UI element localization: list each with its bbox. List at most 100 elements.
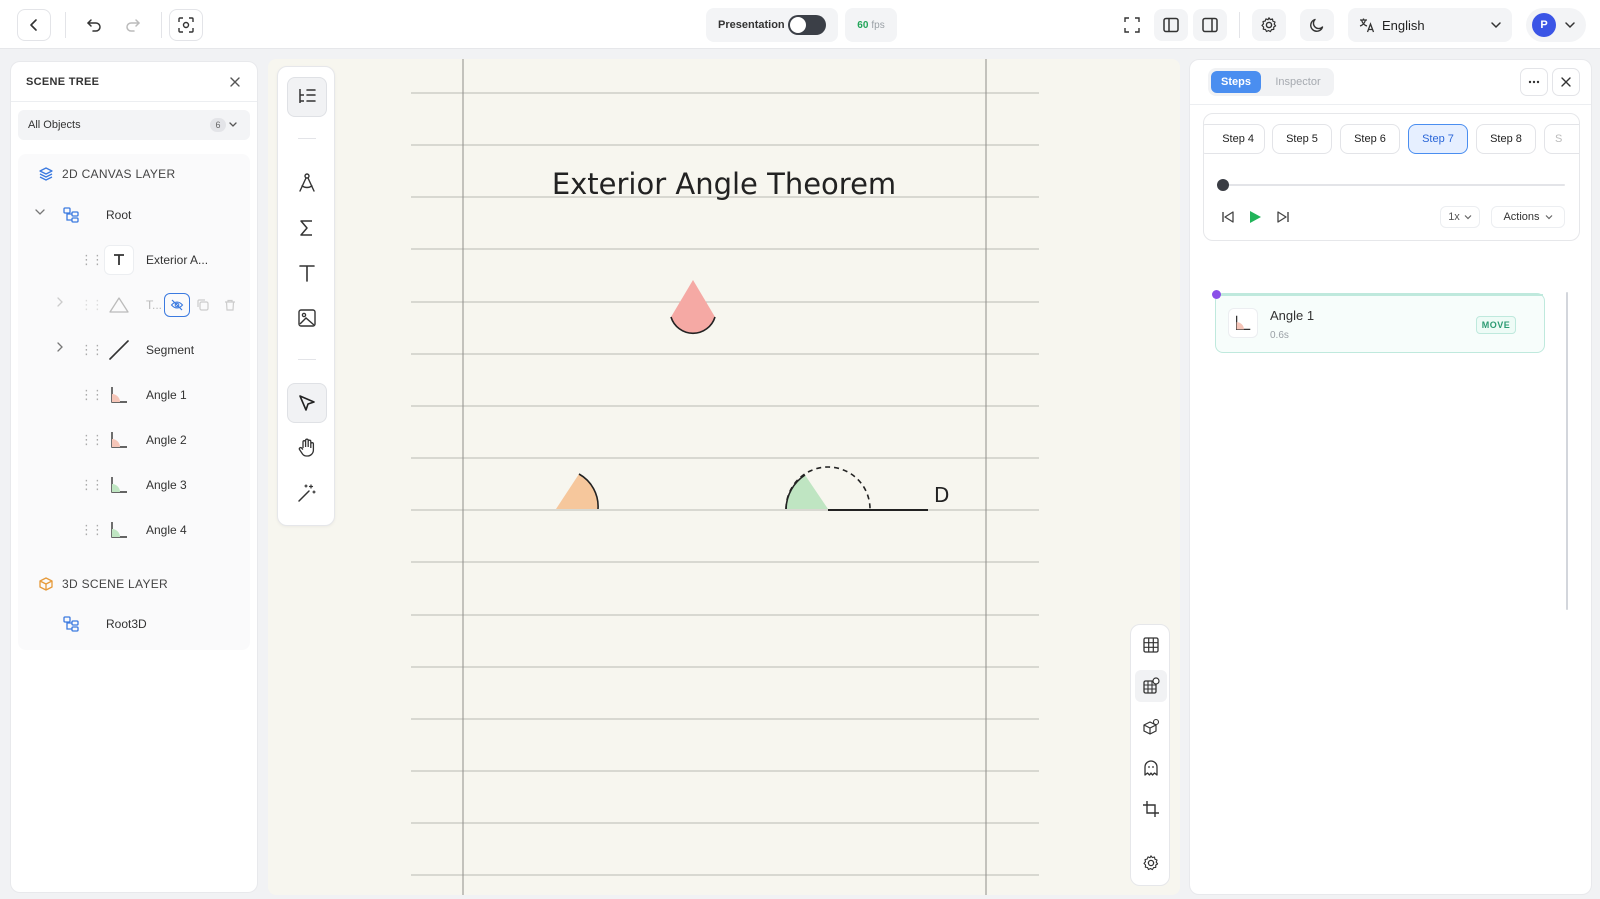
back-button[interactable] [17, 9, 51, 41]
close-icon[interactable] [229, 76, 241, 88]
scrollbar[interactable] [1566, 292, 1568, 610]
tree-row-segment[interactable]: ⋮⋮ Segment [18, 330, 250, 370]
step-chip[interactable]: Step 6 [1340, 124, 1400, 154]
tool-formula-button[interactable] [287, 208, 327, 248]
divider [1239, 12, 1240, 38]
toggle-right-panel-button[interactable] [1193, 9, 1227, 41]
timeline-progress-line [1217, 294, 1543, 296]
chevron-right-icon[interactable] [54, 341, 66, 353]
tool-pan-button[interactable] [287, 428, 327, 468]
drag-handle-icon[interactable]: ⋮⋮ [80, 387, 104, 403]
moon-icon [1310, 18, 1324, 32]
tree-row-angle-1[interactable]: ⋮⋮ Angle 1 [18, 375, 250, 415]
drag-handle-icon[interactable]: ⋮⋮ [80, 477, 104, 493]
timeline-playhead[interactable] [1212, 290, 1221, 299]
step-chip[interactable]: Step 4 [1204, 124, 1265, 154]
theme-toggle-button[interactable] [1300, 9, 1334, 41]
tool-outline-button[interactable] [287, 77, 327, 117]
tree-row-angle-3[interactable]: ⋮⋮ Angle 3 [18, 465, 250, 505]
tool-geometry-button[interactable] [287, 163, 327, 203]
toggle-left-panel-button[interactable] [1154, 9, 1188, 41]
tree-row-root[interactable]: Root [18, 195, 250, 235]
grid-button[interactable] [1135, 629, 1167, 661]
canvas-settings-button[interactable] [1135, 847, 1167, 879]
chevron-down-icon [1464, 215, 1472, 220]
trash-icon[interactable] [223, 298, 237, 312]
canvas-title[interactable]: Exterior Angle Theorem [552, 167, 896, 201]
focus-icon [178, 17, 194, 33]
drag-handle-icon[interactable]: ⋮⋮ [80, 522, 104, 538]
tool-image-button[interactable] [287, 298, 327, 338]
snap-3d-button[interactable] [1135, 711, 1167, 743]
tree-row-angle-2[interactable]: ⋮⋮ Angle 2 [18, 420, 250, 460]
more-horizontal-icon [1528, 80, 1540, 84]
progress-handle[interactable] [1217, 179, 1229, 191]
tab-inspector[interactable]: Inspector [1266, 71, 1330, 93]
divider [298, 138, 316, 139]
angle-icon [1228, 308, 1258, 338]
layer-3d-header[interactable]: 3D SCENE LAYER [38, 576, 168, 592]
progress-track[interactable] [1220, 184, 1565, 186]
drag-handle-icon[interactable]: ⋮⋮ [80, 432, 104, 448]
chevron-right-icon[interactable] [54, 296, 66, 308]
object-filter-select[interactable]: All Objects 6 [18, 110, 250, 140]
step-chip[interactable]: Step 8 [1476, 124, 1536, 154]
divider [161, 12, 162, 38]
angle-icon [104, 470, 134, 500]
language-select[interactable]: English [1348, 8, 1512, 42]
scene-tree-panel: SCENE TREE All Objects 6 2D CANVAS LAYER… [10, 61, 258, 893]
timeline-item-card[interactable]: Angle 1 0.6s MOVE [1215, 293, 1545, 353]
tree-row-triangle[interactable]: ⋮⋮ T... [18, 285, 250, 325]
ghost-mode-button[interactable] [1135, 752, 1167, 784]
fps-unit: fps [871, 19, 885, 31]
redo-button[interactable] [116, 9, 150, 41]
tree-row-title-text[interactable]: ⋮⋮ Exterior A... [18, 240, 250, 280]
chevron-down-icon [229, 122, 237, 127]
presentation-toggle[interactable] [788, 15, 826, 35]
tool-text-button[interactable] [287, 253, 327, 293]
undo-button[interactable] [77, 9, 111, 41]
visibility-toggle-button[interactable] [164, 293, 190, 317]
drag-handle-icon[interactable]: ⋮⋮ [80, 252, 104, 268]
tree-row-angle-4[interactable]: ⋮⋮ Angle 4 [18, 510, 250, 550]
focus-capture-button[interactable] [169, 9, 203, 41]
drag-handle-icon[interactable]: ⋮⋮ [80, 342, 104, 358]
chevron-left-icon [30, 19, 37, 31]
point-d-label[interactable]: D [934, 483, 949, 507]
crop-button[interactable] [1135, 793, 1167, 825]
actions-menu-button[interactable]: Actions [1491, 206, 1565, 228]
actions-label: Actions [1503, 211, 1540, 223]
close-panel-button[interactable] [1552, 68, 1580, 96]
play-icon[interactable] [1247, 209, 1263, 225]
image-icon [298, 309, 316, 327]
drag-handle-icon[interactable]: ⋮⋮ [80, 297, 104, 313]
step-chip[interactable]: Step 5 [1272, 124, 1332, 154]
step-chip[interactable]: S [1544, 124, 1579, 154]
snap-grid-button[interactable] [1135, 670, 1167, 702]
angle-1-shape[interactable] [671, 280, 715, 334]
step-chip-active[interactable]: Step 7 [1408, 124, 1468, 154]
more-options-button[interactable] [1520, 68, 1548, 96]
angle-3-shape[interactable] [786, 475, 828, 509]
layer-2d-header[interactable]: 2D CANVAS LAYER [38, 166, 175, 182]
duplicate-icon[interactable] [196, 298, 210, 312]
filter-label: All Objects [28, 119, 81, 131]
settings-button[interactable] [1252, 9, 1286, 41]
user-menu[interactable]: P [1526, 8, 1586, 42]
angle-2-shape[interactable] [556, 474, 599, 509]
speed-select[interactable]: 1x [1440, 206, 1480, 228]
drawing-canvas[interactable]: Exterior Angle Theorem D [268, 59, 1180, 895]
fps-counter: 60 fps [845, 8, 897, 42]
skip-forward-icon[interactable] [1275, 209, 1291, 225]
skip-back-icon[interactable] [1220, 209, 1236, 225]
canvas-svg: Exterior Angle Theorem D [411, 59, 1039, 895]
canvas-2d-layer-section: 2D CANVAS LAYER Root ⋮⋮ Exterior A... ⋮⋮… [18, 154, 250, 620]
animation-type-badge[interactable]: MOVE [1476, 316, 1516, 334]
tool-select-button[interactable] [287, 383, 327, 423]
tab-steps[interactable]: Steps [1211, 71, 1261, 93]
tree-row-root3d[interactable]: Root3D [18, 604, 250, 644]
chevron-down-icon[interactable] [34, 206, 46, 218]
tree-item-label: Angle 3 [146, 478, 187, 492]
fullscreen-button[interactable] [1115, 9, 1149, 41]
tool-magic-button[interactable] [287, 473, 327, 513]
